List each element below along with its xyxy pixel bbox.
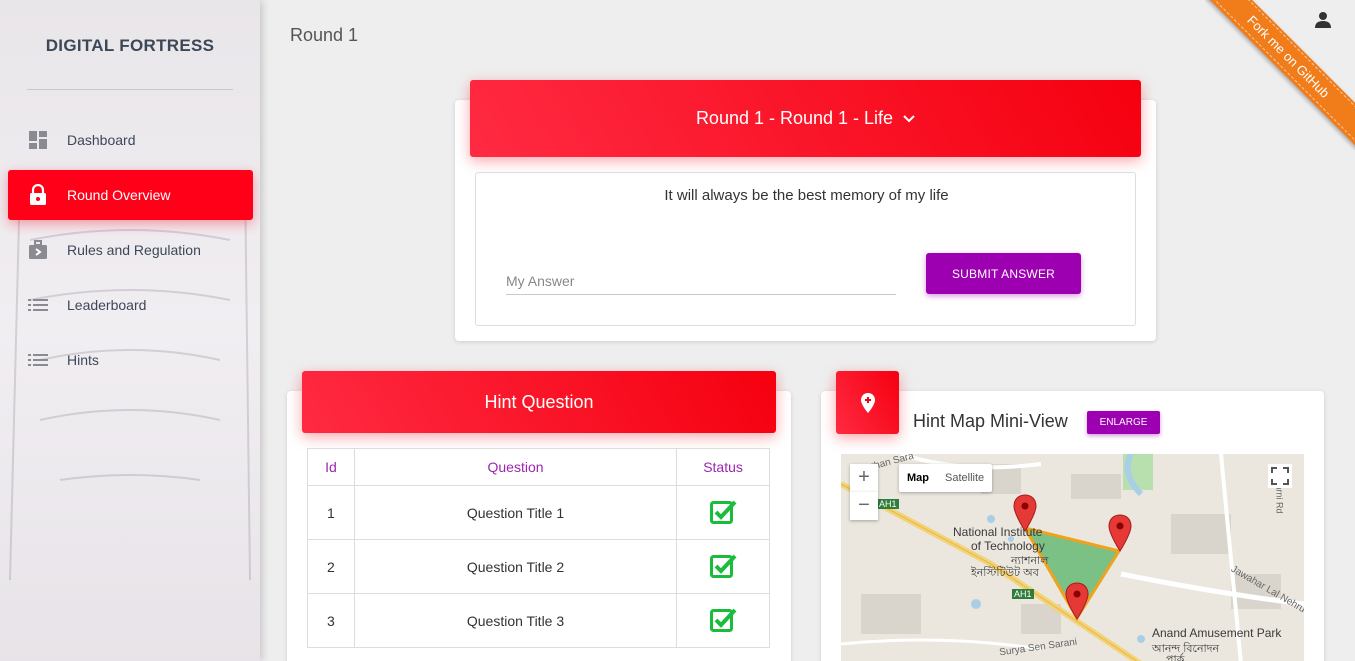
dashboard-icon	[27, 129, 49, 151]
map-marker-icon[interactable]	[1013, 494, 1037, 532]
map-label: of Technology	[971, 539, 1045, 553]
answer-input[interactable]	[506, 267, 896, 295]
map-type-satellite[interactable]: Satellite	[937, 464, 992, 492]
row-id: 2	[307, 539, 355, 594]
row-question: Question Title 1	[353, 485, 678, 540]
hint-map[interactable]: National Institute of Technology ন্যাশনা…	[841, 454, 1304, 661]
brand-title: DIGITAL FORTRESS	[45, 36, 215, 55]
sidebar-item-dashboard[interactable]: Dashboard	[8, 115, 253, 165]
row-question: Question Title 2	[353, 539, 678, 594]
brand-divider	[27, 89, 233, 90]
map-label: ইনস্টিটিউট অব	[971, 567, 1039, 579]
checkbox-checked-icon	[709, 500, 737, 524]
map-label: Anand Amusement Park	[1152, 626, 1282, 640]
github-ribbon[interactable]: Fork me on GitHub	[1205, 0, 1355, 150]
row-id: 3	[307, 593, 355, 648]
table-header-row: Id Question Status	[307, 448, 770, 486]
map-label: পার্ক	[1166, 654, 1185, 661]
hint-table: Id Question Status 1 Question Title 1 2 …	[307, 448, 770, 648]
zoom-out-button[interactable]: −	[850, 492, 878, 520]
row-id: 1	[307, 485, 355, 540]
sidebar-item-label: Rules and Regulation	[67, 242, 201, 258]
map-label: আনন্দ বিনোদন	[1152, 643, 1220, 655]
row-status	[676, 593, 770, 648]
road-label: arni Rd	[1274, 484, 1285, 514]
zoom-in-button[interactable]: +	[850, 464, 878, 492]
question-text: It will always be the best memory of my …	[664, 187, 949, 204]
sidebar-item-rules[interactable]: Rules and Regulation	[8, 225, 253, 275]
lock-icon	[27, 184, 49, 206]
list-icon	[27, 349, 49, 371]
map-header-icon-box	[836, 371, 899, 434]
briefcase-icon	[27, 239, 49, 261]
hint-question-header: Hint Question	[302, 371, 776, 433]
sidebar-item-label: Round Overview	[67, 187, 171, 203]
sidebar: DIGITAL FORTRESS Dashboard Round Overvie…	[0, 0, 260, 661]
map-type-map[interactable]: Map	[899, 464, 937, 492]
fullscreen-icon[interactable]	[1268, 464, 1292, 488]
table-row[interactable]: 1 Question Title 1	[307, 485, 770, 540]
sidebar-item-label: Dashboard	[67, 132, 136, 148]
submit-answer-button[interactable]: SUBMIT ANSWER	[926, 253, 1081, 294]
question-panel: It will always be the best memory of my …	[475, 172, 1136, 326]
chevron-down-icon	[903, 114, 915, 122]
map-type-toggle: Map Satellite	[899, 464, 993, 492]
round-title: Round 1 - Round 1 - Life	[695, 108, 894, 128]
add-location-icon	[860, 392, 875, 413]
column-header-status: Status	[676, 448, 770, 486]
map-marker-icon[interactable]	[1065, 582, 1089, 620]
row-status	[676, 485, 770, 540]
round-selector[interactable]: Round 1 - Round 1 - Life	[470, 80, 1141, 157]
github-ribbon-label[interactable]: Fork me on GitHub	[1205, 0, 1355, 149]
sidebar-item-label: Leaderboard	[67, 297, 147, 313]
sidebar-item-hints[interactable]: Hints	[8, 335, 253, 385]
sidebar-item-leaderboard[interactable]: Leaderboard	[8, 280, 253, 330]
table-row[interactable]: 3 Question Title 3	[307, 593, 770, 648]
highway-shield: AH1	[877, 499, 899, 509]
map-marker-icon[interactable]	[1108, 514, 1132, 552]
list-icon	[27, 294, 49, 316]
sidebar-item-label: Hints	[67, 352, 99, 368]
row-question: Question Title 3	[353, 593, 678, 648]
highway-shield: AH1	[1012, 589, 1034, 599]
checkbox-checked-icon	[709, 608, 737, 632]
checkbox-checked-icon	[709, 554, 737, 578]
page-title: Round 1	[290, 25, 359, 45]
sidebar-item-round-overview[interactable]: Round Overview	[8, 170, 253, 220]
row-status	[676, 539, 770, 594]
enlarge-map-button[interactable]: ENLARGE	[1087, 411, 1160, 434]
column-header-question: Question	[353, 448, 678, 486]
column-header-id: Id	[307, 448, 355, 486]
table-row[interactable]: 2 Question Title 2	[307, 539, 770, 594]
map-title: Hint Map Mini-View	[913, 411, 1068, 431]
